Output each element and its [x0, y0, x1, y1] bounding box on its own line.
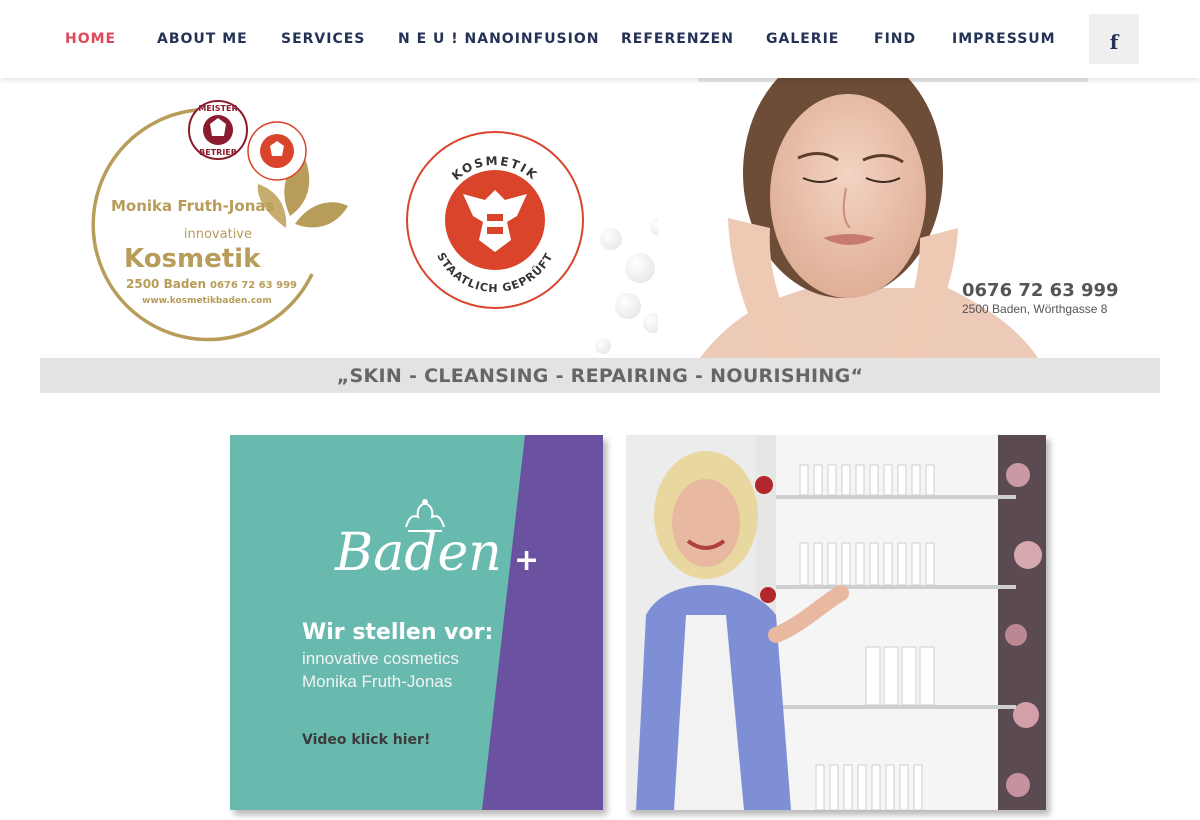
nav-home[interactable]: HOME	[65, 31, 116, 47]
logo-city: 2500 Baden	[126, 277, 206, 291]
video-still-image	[626, 435, 1046, 810]
logo-kosmetik: Kosmetik	[124, 244, 261, 274]
facebook-button[interactable]: f	[1089, 14, 1139, 64]
logo-innovative: innovative	[184, 227, 252, 242]
nav-nanoinfusion[interactable]: N E U ! NANOINFUSION	[398, 31, 599, 47]
baden-brand: Baden	[335, 523, 502, 583]
logo-name: Monika Fruth-Jonas	[111, 197, 274, 215]
video-still-tile[interactable]	[626, 435, 1046, 810]
certification-badge: KOSMETIK STAATLICH GEPRÜFT	[406, 131, 584, 309]
nav-galerie[interactable]: GALERIE	[766, 31, 839, 47]
tagline-text: „SKIN - CLEANSING - REPAIRING - NOURISHI…	[336, 364, 864, 387]
tagline-bar: „SKIN - CLEANSING - REPAIRING - NOURISHI…	[40, 358, 1160, 393]
nav-about-me[interactable]: ABOUT ME	[157, 31, 248, 47]
baden-plus-mark: +	[514, 543, 540, 578]
baden-plus-video-tile[interactable]: Baden + Wir stellen vor: innovative cosm…	[230, 435, 603, 810]
business-logo: MEISTER BETRIEB Monika Fruth-Jonas innov…	[91, 100, 348, 342]
top-navigation: HOME ABOUT ME SERVICES N E U ! NANOINFUS…	[0, 0, 1200, 78]
promo-subtitle-2: Monika Fruth-Jonas	[302, 672, 453, 691]
nav-referenzen[interactable]: REFERENZEN	[621, 31, 734, 47]
contact-phone: 0676 72 63 999	[962, 280, 1119, 301]
logo-website: www.kosmetikbaden.com	[142, 296, 272, 306]
facebook-icon: f	[1109, 30, 1119, 54]
contact-address: 2500 Baden, Wörthgasse 8	[962, 302, 1108, 316]
header-contact: 0676 72 63 999 2500 Baden, Wörthgasse 8	[962, 280, 1119, 316]
video-link[interactable]: Video klick hier!	[302, 732, 430, 748]
nav-services[interactable]: SERVICES	[281, 31, 365, 47]
seal-top-text: MEISTER	[198, 104, 237, 113]
promo-subtitle-1: innovative cosmetics	[302, 649, 459, 668]
logo-phone: 0676 72 63 999	[210, 280, 297, 291]
nav-find[interactable]: FIND	[874, 31, 916, 47]
header-banner: MEISTER BETRIEB Monika Fruth-Jonas innov…	[40, 78, 1160, 358]
seal-bottom-text: BETRIEB	[199, 148, 237, 157]
nav-impressum[interactable]: IMPRESSUM	[952, 31, 1056, 47]
model-portrait	[658, 78, 1088, 358]
promo-intro: Wir stellen vor:	[302, 620, 494, 645]
